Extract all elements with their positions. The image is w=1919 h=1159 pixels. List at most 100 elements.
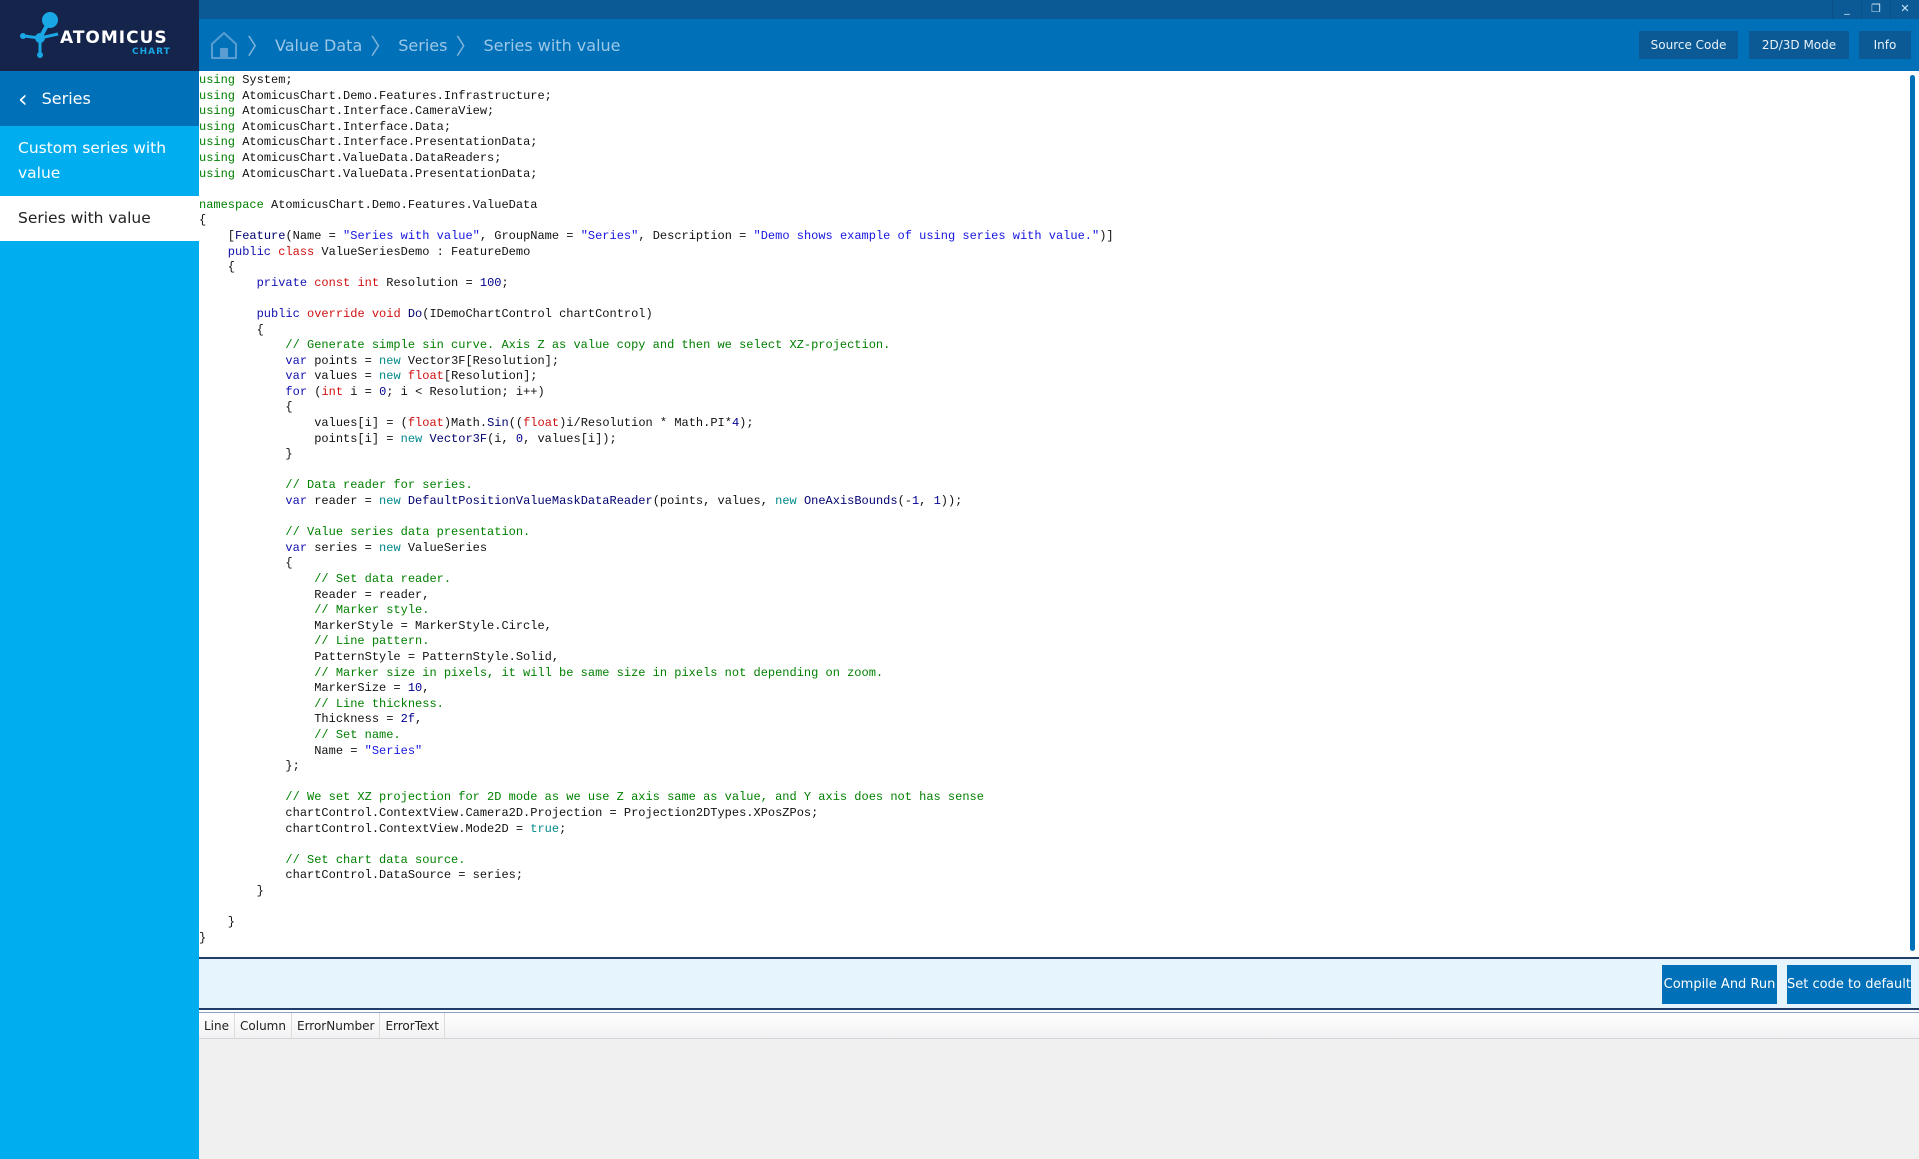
code-token: // Set name.: [199, 728, 401, 742]
atom-logo-icon: [18, 10, 62, 60]
code-line: {: [199, 260, 1909, 276]
code-line: MarkerStyle = MarkerStyle.Circle,: [199, 619, 1909, 635]
code-token: [401, 494, 408, 508]
code-token: }: [199, 884, 264, 898]
code-token: {: [199, 556, 293, 570]
code-line: // Set data reader.: [199, 572, 1909, 588]
code-line: MarkerSize = 10,: [199, 681, 1909, 697]
code-token: };: [199, 759, 300, 773]
code-line: }: [199, 884, 1909, 900]
column-header-column[interactable]: Column: [235, 1013, 292, 1038]
code-token: chartControl.ContextView.Camera2D.Projec…: [199, 806, 818, 820]
code-line: [Feature(Name = "Series with value", Gro…: [199, 229, 1909, 245]
chevron-right-icon: 〉: [247, 29, 269, 61]
code-line: // Set chart data source.: [199, 853, 1909, 869]
restore-button[interactable]: ❐: [1861, 0, 1890, 19]
code-line: using AtomicusChart.ValueData.DataReader…: [199, 151, 1909, 167]
code-token: float: [408, 369, 444, 383]
code-line: Reader = reader,: [199, 588, 1909, 604]
code-token: using: [199, 120, 235, 134]
code-token: OneAxisBounds: [804, 494, 898, 508]
code-token: {: [199, 323, 264, 337]
code-token: Reader = reader,: [199, 588, 429, 602]
code-token: override void: [307, 307, 401, 321]
minimize-button[interactable]: _: [1832, 0, 1861, 19]
home-icon[interactable]: [209, 31, 239, 59]
code-token: var: [199, 354, 307, 368]
chevron-right-icon: 〉: [370, 29, 392, 61]
code-token: const int: [314, 276, 379, 290]
code-token: (IDemoChartControl chartControl): [422, 307, 652, 321]
code-token: // Generate simple sin curve. Axis Z as …: [199, 338, 890, 352]
code-token: public: [199, 245, 271, 259]
header: 〉 Value Data 〉 Series 〉 Series with valu…: [199, 19, 1919, 71]
code-line: [199, 463, 1909, 479]
code-line: Name = "Series": [199, 744, 1909, 760]
code-line: [199, 837, 1909, 853]
column-header-error-number[interactable]: ErrorNumber: [292, 1013, 380, 1038]
code-line: public class ValueSeriesDemo : FeatureDe…: [199, 245, 1909, 261]
info-button[interactable]: Info: [1859, 31, 1911, 59]
breadcrumb-item[interactable]: Series with value: [483, 36, 620, 55]
code-token: )]: [1099, 229, 1113, 243]
mode-2d3d-button[interactable]: 2D/3D Mode: [1749, 31, 1849, 59]
column-header-error-text[interactable]: ErrorText: [380, 1013, 445, 1038]
compile-and-run-button[interactable]: Compile And Run: [1662, 965, 1777, 1004]
column-header-line[interactable]: Line: [199, 1013, 235, 1038]
code-line: // Line pattern.: [199, 634, 1909, 650]
code-line: private const int Resolution = 100;: [199, 276, 1909, 292]
code-token: new: [379, 494, 401, 508]
set-code-to-default-button[interactable]: Set code to default: [1787, 965, 1911, 1004]
code-token: AtomicusChart.ValueData.PresentationData…: [235, 167, 537, 181]
code-token: {: [199, 400, 293, 414]
code-token: public: [199, 307, 300, 321]
code-editor[interactable]: using System;using AtomicusChart.Demo.Fe…: [199, 71, 1909, 957]
code-token: ));: [941, 494, 963, 508]
code-token: float: [408, 416, 444, 430]
code-token: using: [199, 89, 235, 103]
code-token: Sin: [487, 416, 509, 430]
code-token: ; i < Resolution; i++): [386, 385, 544, 399]
source-code-button[interactable]: Source Code: [1639, 31, 1738, 59]
code-token: "Demo shows example of using series with…: [754, 229, 1100, 243]
code-token: ((: [509, 416, 523, 430]
code-line: using System;: [199, 73, 1909, 89]
code-token: var: [199, 369, 307, 383]
back-to-series-button[interactable]: ‹ Series: [0, 71, 199, 126]
code-token: 100: [480, 276, 502, 290]
code-line: chartControl.ContextView.Camera2D.Projec…: [199, 806, 1909, 822]
code-token: // Data reader for series.: [199, 478, 473, 492]
code-line: [199, 291, 1909, 307]
code-line: Thickness = 2f,: [199, 712, 1909, 728]
code-line: [199, 775, 1909, 791]
sidebar: ‹ Series Custom series with value Series…: [0, 71, 199, 1159]
code-line: for (int i = 0; i < Resolution; i++): [199, 385, 1909, 401]
title-bar: _ ❐ ✕: [199, 0, 1919, 19]
close-button[interactable]: ✕: [1890, 0, 1919, 19]
action-bar: Compile And Run Set code to default: [199, 957, 1919, 1010]
code-token: , GroupName =: [480, 229, 581, 243]
code-token: (Name =: [285, 229, 343, 243]
breadcrumb-item[interactable]: Series: [398, 36, 447, 55]
code-token: Vector3F[Resolution];: [401, 354, 559, 368]
code-token: [401, 307, 408, 321]
code-token: using: [199, 73, 235, 87]
code-token: using: [199, 135, 235, 149]
code-token: Thickness =: [199, 712, 401, 726]
sidebar-item-custom-series-with-value[interactable]: Custom series with value: [0, 126, 199, 196]
code-line: [199, 510, 1909, 526]
code-token: true: [530, 822, 559, 836]
code-token: int: [321, 385, 343, 399]
code-token: AtomicusChart.Interface.Data;: [235, 120, 451, 134]
code-scrollbar[interactable]: [1910, 75, 1915, 951]
sidebar-item-series-with-value[interactable]: Series with value: [0, 196, 199, 241]
code-token: // Set chart data source.: [199, 853, 465, 867]
breadcrumb-item[interactable]: Value Data: [275, 36, 362, 55]
code-token: ,: [415, 712, 422, 726]
code-token: class: [278, 245, 314, 259]
code-line: chartControl.ContextView.Mode2D = true;: [199, 822, 1909, 838]
code-token: Vector3F: [429, 432, 487, 446]
code-token: (-: [898, 494, 912, 508]
code-line: values[i] = (float)Math.Sin((float)i/Res…: [199, 416, 1909, 432]
code-line: // Generate simple sin curve. Axis Z as …: [199, 338, 1909, 354]
